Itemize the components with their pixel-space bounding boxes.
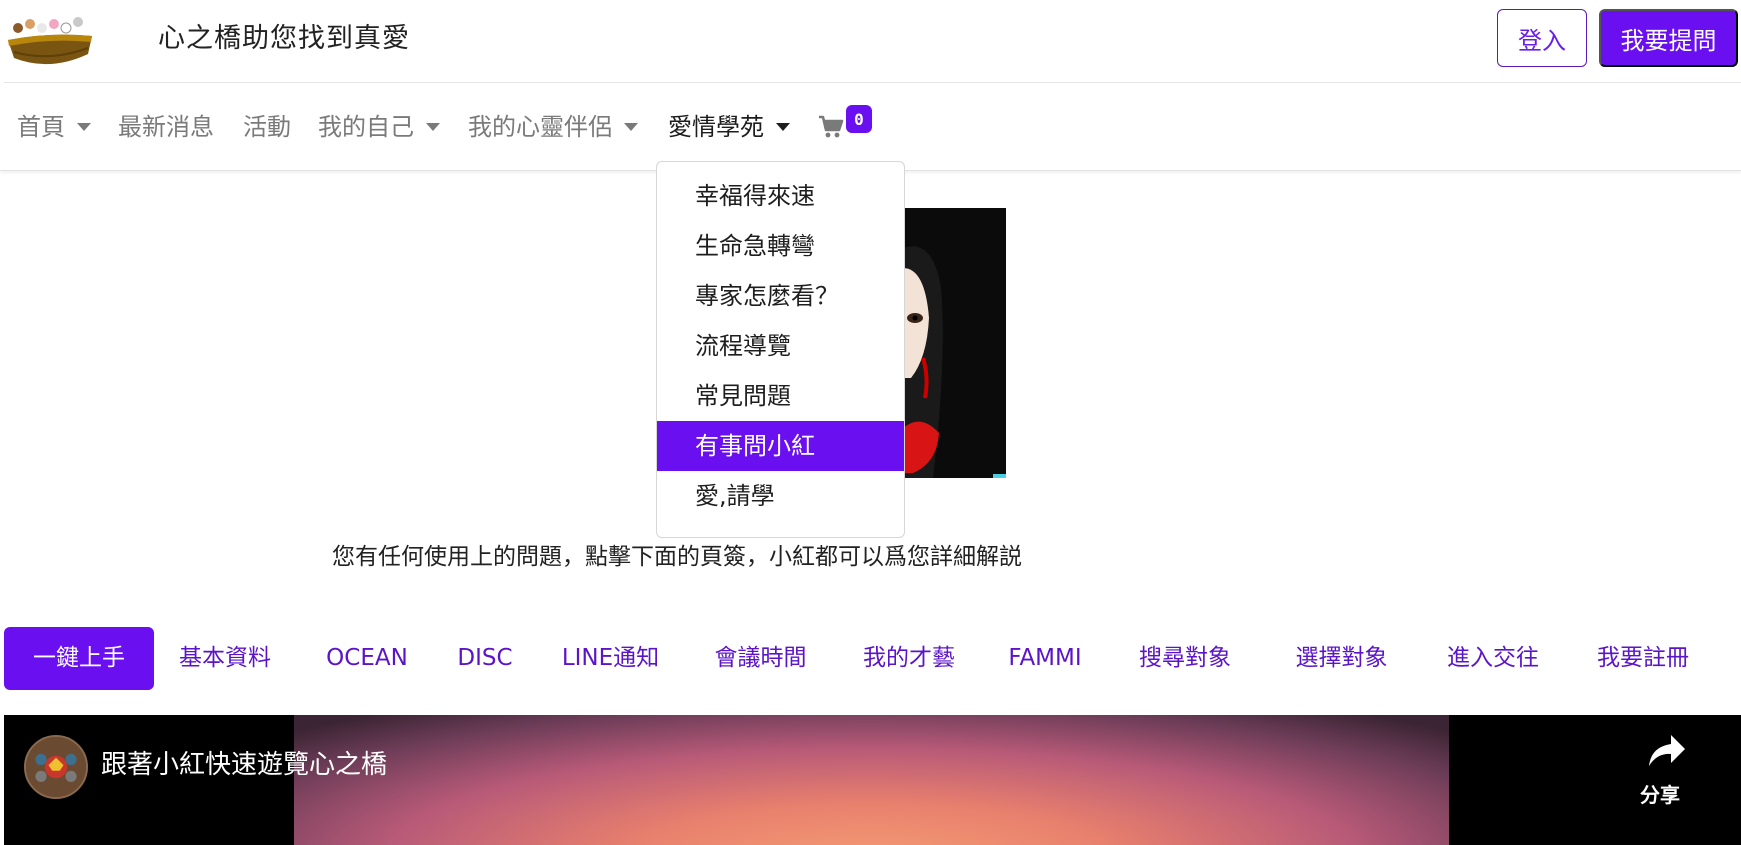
dropdown-item-faq[interactable]: 常見問題 bbox=[657, 371, 904, 421]
nav-item-home[interactable]: 首頁 bbox=[17, 110, 91, 144]
dropdown-item-experts[interactable]: 專家怎麼看？ bbox=[657, 271, 904, 321]
tab-my-talents[interactable]: 我的才藝 bbox=[844, 627, 974, 690]
tab-basic-info[interactable]: 基本資料 bbox=[162, 627, 288, 690]
nav-item-label: 我的自己 bbox=[318, 113, 414, 141]
caret-down-icon bbox=[776, 123, 790, 131]
caret-down-icon bbox=[77, 123, 91, 131]
help-tabs: 一鍵上手 基本資料 OCEAN DISC LINE通知 會議時間 我的才藝 FA… bbox=[4, 627, 1741, 691]
login-button[interactable]: 登入 bbox=[1497, 9, 1587, 67]
nav-item-label: 最新消息 bbox=[118, 113, 214, 141]
nav-item-events[interactable]: 活動 bbox=[243, 110, 291, 144]
nav-item-label: 愛情學苑 bbox=[668, 113, 764, 141]
share-label[interactable]: 分享 bbox=[1640, 781, 1680, 809]
site-title: 心之橋助您找到真愛 bbox=[158, 23, 410, 54]
nav-item-soulmate[interactable]: 我的心靈伴侶 bbox=[468, 110, 638, 144]
nav-item-label: 活動 bbox=[243, 113, 291, 141]
main-nav: 首頁 最新消息 活動 我的自己 我的心靈伴侶 愛情學苑 0 bbox=[0, 83, 1741, 171]
ark-logo-icon[interactable] bbox=[4, 6, 96, 72]
nav-item-label: 我的心靈伴侶 bbox=[468, 113, 612, 141]
channel-avatar[interactable] bbox=[24, 735, 88, 799]
nav-item-label: 首頁 bbox=[17, 113, 65, 141]
dropdown-item-life-turn[interactable]: 生命急轉彎 bbox=[657, 221, 904, 271]
tab-ocean[interactable]: OCEAN bbox=[308, 627, 426, 690]
video-thumbnail[interactable] bbox=[294, 715, 1449, 845]
dropdown-item-ask-xiaohong[interactable]: 有事問小紅 bbox=[657, 421, 904, 471]
tab-start-dating[interactable]: 進入交往 bbox=[1426, 627, 1560, 690]
nav-item-love-academy[interactable]: 愛情學苑 bbox=[668, 110, 790, 144]
tab-search-match[interactable]: 搜尋對象 bbox=[1114, 627, 1256, 690]
dropdown-item-happiness[interactable]: 幸福得來速 bbox=[657, 171, 904, 221]
dropdown-item-process-tour[interactable]: 流程導覽 bbox=[657, 321, 904, 371]
shopping-cart-icon[interactable] bbox=[818, 114, 844, 140]
tab-register[interactable]: 我要註冊 bbox=[1574, 627, 1712, 690]
nav-item-news[interactable]: 最新消息 bbox=[118, 110, 214, 144]
video-title[interactable]: 跟著小紅快速遊覽心之橋 bbox=[101, 747, 387, 783]
dropdown-item-love-learn[interactable]: 愛,請學 bbox=[657, 471, 904, 521]
tab-choose-match[interactable]: 選擇對象 bbox=[1270, 627, 1413, 690]
ask-question-button[interactable]: 我要提問 bbox=[1599, 9, 1738, 67]
nav-item-myself[interactable]: 我的自己 bbox=[318, 110, 440, 144]
tab-quick-start[interactable]: 一鍵上手 bbox=[4, 627, 154, 690]
love-academy-dropdown: 幸福得來速 生命急轉彎 專家怎麼看？ 流程導覽 常見問題 有事問小紅 愛,請學 bbox=[656, 161, 905, 538]
tab-line-notify[interactable]: LINE通知 bbox=[544, 627, 677, 690]
tab-disc[interactable]: DISC bbox=[440, 627, 530, 690]
tab-fammi[interactable]: FAMMI bbox=[994, 627, 1096, 690]
share-arrow-icon[interactable] bbox=[1647, 733, 1687, 769]
cart-count-badge: 0 bbox=[846, 105, 872, 133]
tab-meeting-time[interactable]: 會議時間 bbox=[694, 627, 827, 690]
caret-down-icon bbox=[426, 123, 440, 131]
caret-down-icon bbox=[624, 123, 638, 131]
video-player[interactable]: 跟著小紅快速遊覽心之橋 分享 bbox=[4, 715, 1741, 845]
intro-text: 您有任何使用上的問題，點擊下面的頁簽，小紅都可以爲您詳細解説 bbox=[332, 544, 1022, 570]
top-header: 心之橋助您找到真愛 登入 我要提問 bbox=[0, 0, 1741, 82]
hero-portrait-image bbox=[903, 208, 1006, 478]
